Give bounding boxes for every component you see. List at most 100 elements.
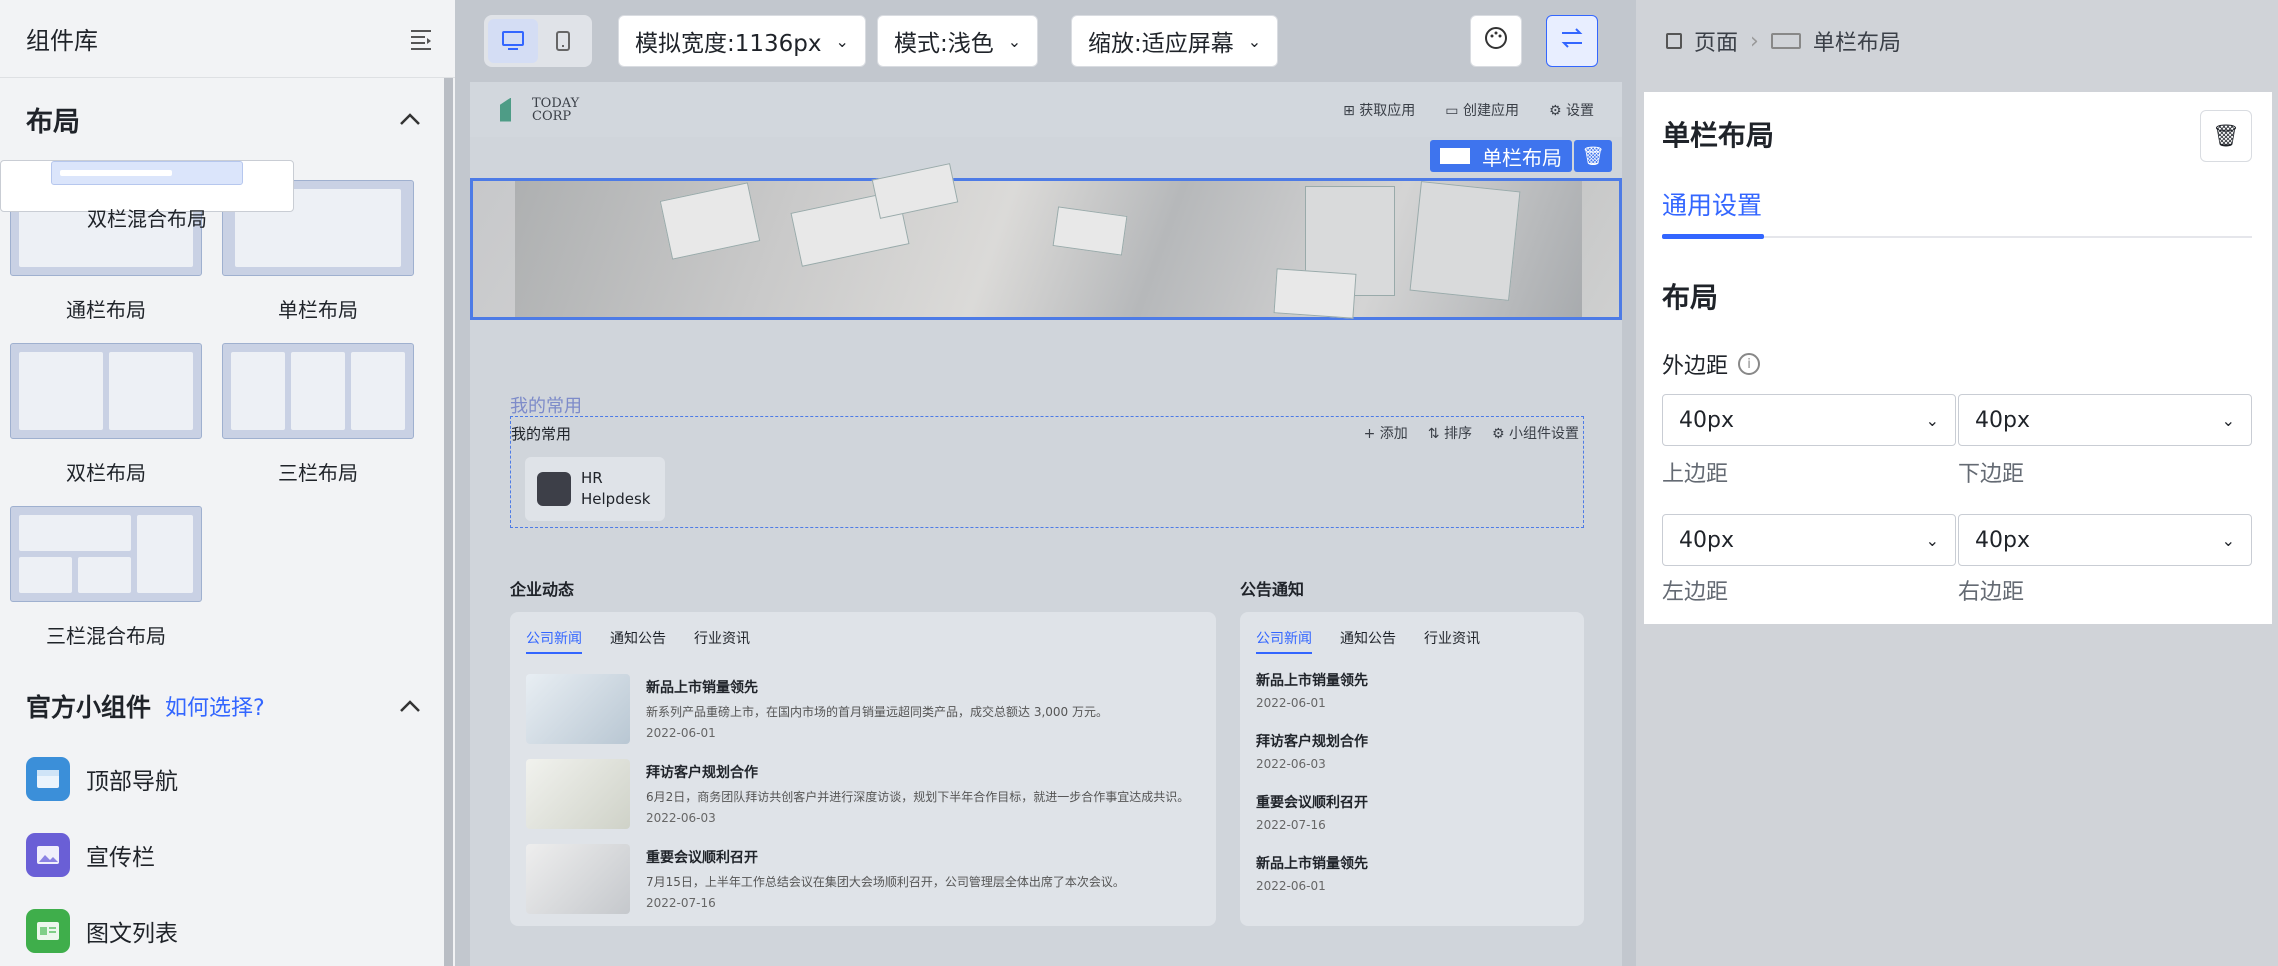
mode-dropdown[interactable]: 模式:浅色 ⌄ (877, 15, 1039, 67)
breadcrumb-page[interactable]: 页面 (1694, 25, 1738, 57)
news-item-title: 新品上市销量领先 (646, 680, 758, 696)
news-item-desc: 7月15日，上半年工作总结会议在集团大会场顺利召开，公司管理层全体出席了本次会议… (646, 875, 1125, 889)
news-item-title: 重要会议顺利召开 (646, 850, 758, 866)
preview-header-actions: ⊞ 获取应用 ▭ 创建应用 ⚙ 设置 (1343, 100, 1594, 120)
select-value: 40px (1679, 527, 1734, 553)
two-column-mixed-layout-icon (51, 161, 243, 185)
layout-tile-three-column[interactable]: 三栏布局 (212, 323, 424, 486)
news-card: 公司新闻 通知公告 行业资讯 新品上市销量领先 新系列产品重磅上市，在国内市场的首… (510, 612, 1216, 926)
right-margin-select[interactable]: 40px ⌄ (1958, 514, 2252, 566)
widgets-section-title: 官方小组件 (26, 693, 152, 722)
news-item[interactable]: 新品上市销量领先 新系列产品重磅上市，在国内市场的首月销量远超同类产品，成交总额达… (510, 666, 1216, 751)
zoom-dropdown-value: 缩放:适应屏幕 (1088, 31, 1234, 57)
announce-item[interactable]: 新品上市销量领先 2022-06-01 (1256, 853, 1568, 914)
app-name-line2: Helpdesk (581, 490, 651, 508)
settings-label: 设置 (1566, 102, 1594, 119)
margin-label: 外边距 i (1662, 348, 1761, 380)
announce-item-title: 新品上市销量领先 (1256, 856, 1368, 872)
widget-label: 图文列表 (86, 921, 178, 947)
mobile-icon[interactable] (538, 19, 588, 63)
chevron-down-icon: ⌄ (2221, 410, 2235, 430)
collapse-menu-icon[interactable] (409, 28, 433, 50)
single-column-icon (1770, 33, 1801, 49)
sort-button[interactable]: ⇅ 排序 (1428, 423, 1472, 443)
layout-tile-two-column[interactable]: 双栏布局 (0, 323, 212, 486)
favorites-outer-title: 我的常用 (510, 396, 582, 417)
news-tabs: 公司新闻 通知公告 行业资讯 (510, 612, 1216, 654)
sidebar-scrollbar[interactable] (444, 78, 453, 966)
bottom-margin-select[interactable]: 40px ⌄ (1958, 394, 2252, 446)
preview-header: TODAY CORP ⊞ 获取应用 ▭ 创建应用 ⚙ 设置 (470, 82, 1622, 137)
zoom-dropdown[interactable]: 缩放:适应屏幕 ⌄ (1071, 15, 1279, 67)
widget-label: 宣传栏 (86, 845, 155, 871)
swap-button[interactable] (1546, 15, 1598, 67)
announce-item[interactable]: 重要会议顺利召开 2022-07-16 (1256, 792, 1568, 853)
chevron-down-icon: ⌄ (1925, 530, 1939, 550)
delete-button[interactable]: 🗑 (2200, 110, 2252, 162)
layout-section-header[interactable]: 布局 (0, 78, 455, 160)
get-app-link[interactable]: ⊞ 获取应用 (1343, 100, 1415, 120)
announce-item[interactable]: 拜访客户规划合作 2022-06-03 (1256, 731, 1568, 792)
page-icon (1666, 33, 1682, 49)
widget-top-nav[interactable]: 顶部导航 (0, 741, 455, 817)
widget-settings-button[interactable]: ⚙ 小组件设置 (1492, 423, 1579, 443)
selected-component-tag[interactable]: 单栏布局 (1430, 140, 1572, 172)
grid-icon: ⊞ (1343, 102, 1360, 119)
left-margin-select[interactable]: 40px ⌄ (1662, 514, 1956, 566)
announce-item[interactable]: 新品上市销量领先 2022-06-01 (1256, 670, 1568, 731)
hero-banner-selected[interactable] (470, 163, 1622, 320)
bottom-margin-label: 下边距 (1958, 462, 2025, 487)
chevron-up-icon[interactable] (399, 699, 421, 713)
tab-company-news[interactable]: 公司新闻 (526, 628, 582, 654)
editor-toolbar: 模拟宽度:1136px ⌄ 模式:浅色 ⌄ 缩放:适应屏幕 ⌄ (464, 0, 1626, 82)
panel-title: 单栏布局 (1662, 119, 1775, 152)
tab-general-settings[interactable]: 通用设置 (1662, 186, 1762, 222)
tab-notices[interactable]: 通知公告 (1340, 628, 1396, 654)
chevron-down-icon: ⌄ (1247, 31, 1262, 51)
create-app-link[interactable]: ▭ 创建应用 (1445, 100, 1519, 120)
width-dropdown-value: 模拟宽度:1136px (635, 31, 822, 57)
top-margin-select[interactable]: 40px ⌄ (1662, 394, 1956, 446)
theme-palette-button[interactable] (1470, 15, 1522, 67)
tile-label: 三栏混合布局 (46, 624, 166, 648)
add-button[interactable]: + 添加 (1364, 423, 1408, 443)
tab-industry[interactable]: 行业资讯 (1424, 628, 1480, 654)
breadcrumb-current: 单栏布局 (1812, 31, 1901, 56)
logo-mark-icon (500, 97, 511, 122)
info-icon[interactable]: i (1738, 353, 1761, 375)
widget-image-text-list[interactable]: 图文列表 (0, 893, 455, 966)
preview-canvas: TODAY CORP ⊞ 获取应用 ▭ 创建应用 ⚙ 设置 单栏布局 🗑 我的常… (470, 82, 1622, 966)
widget-promo-banner[interactable]: 宣传栏 (0, 817, 455, 893)
component-library-sidebar: 组件库 布局 通栏布局 单栏布局 双栏布局 三栏布局 双栏混合布局 三栏混合布局… (0, 0, 455, 966)
tab-notices[interactable]: 通知公告 (610, 628, 666, 654)
chevron-up-icon[interactable] (399, 112, 421, 126)
news-item[interactable]: 拜访客户规划合作 6月2日，商务团队拜访共创客户并进行深度访谈，规划下半年合作目标… (510, 751, 1216, 836)
app-card-hr-helpdesk[interactable]: HR Helpdesk (525, 457, 665, 521)
get-app-label: 获取应用 (1359, 102, 1416, 119)
news-item-date: 2022-06-01 (646, 726, 716, 740)
how-to-choose-link[interactable]: 如何选择? (165, 690, 265, 722)
select-value: 40px (1679, 407, 1734, 433)
news-item[interactable]: 重要会议顺利召开 7月15日，上半年工作总结会议在集团大会场顺利召开，公司管理层全… (510, 836, 1216, 921)
announce-item-date: 2022-06-01 (1256, 879, 1326, 893)
swap-icon (1560, 27, 1584, 55)
delete-component-button[interactable]: 🗑 (1574, 140, 1612, 172)
settings-link[interactable]: ⚙ 设置 (1549, 100, 1594, 120)
announce-card: 公司新闻 通知公告 行业资讯 新品上市销量领先 2022-06-01 拜访客户规划… (1240, 612, 1584, 926)
favorites-widget[interactable]: 我的常用 + 添加 ⇅ 排序 ⚙ 小组件设置 HR Helpdesk (510, 416, 1584, 528)
layout-tile-three-column-mixed[interactable]: 三栏混合布局 (0, 486, 212, 649)
list-icon (26, 909, 70, 953)
tab-company-news[interactable]: 公司新闻 (1256, 628, 1312, 654)
app-name-line1: HR (581, 469, 603, 487)
margin-label-text: 外边距 (1662, 354, 1729, 379)
layout-tile-two-column-mixed[interactable]: 双栏混合布局 (0, 160, 294, 231)
desktop-icon[interactable] (488, 19, 538, 63)
sidebar-title: 组件库 (26, 27, 98, 55)
editor-center: 模拟宽度:1136px ⌄ 模式:浅色 ⌄ 缩放:适应屏幕 ⌄ TODAY CORP (464, 0, 1626, 966)
tab-industry[interactable]: 行业资讯 (694, 628, 750, 654)
gear-icon: ⚙ (1548, 102, 1566, 119)
news-item-title: 拜访客户规划合作 (646, 765, 758, 781)
width-dropdown[interactable]: 模拟宽度:1136px ⌄ (618, 15, 866, 67)
announce-item-date: 2022-07-16 (1256, 818, 1326, 832)
trash-icon: 🗑 (2212, 123, 2240, 149)
